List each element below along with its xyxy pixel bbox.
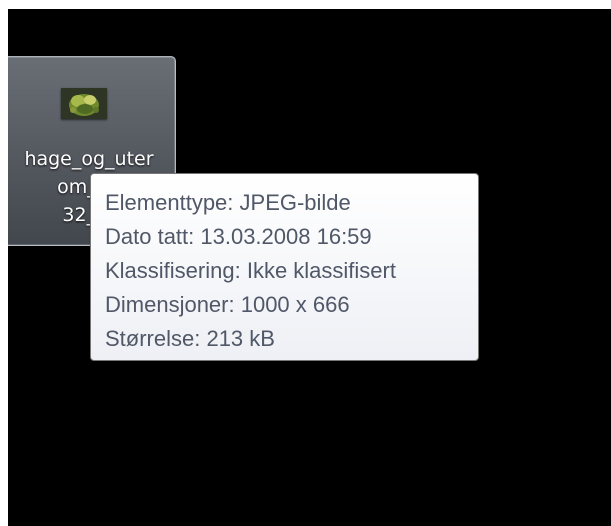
desktop-background[interactable]: hage_og_uter om_12 32_th Elementtype: JP… xyxy=(8,9,611,526)
tooltip-item-type: Elementtype: JPEG-bilde xyxy=(105,190,351,215)
tooltip-dimensions: Dimensjoner: 1000 x 666 xyxy=(105,292,350,317)
file-name-line: hage_og_uter xyxy=(24,148,154,170)
file-info-tooltip: Elementtype: JPEG-bilde Dato tatt: 13.03… xyxy=(90,173,479,361)
tooltip-date-taken: Dato tatt: 13.03.2008 16:59 xyxy=(105,224,372,249)
tooltip-rating: Klassifisering: Ikke klassifisert xyxy=(105,258,396,283)
jpeg-thumbnail-icon xyxy=(61,88,107,119)
tooltip-size: Størrelse: 213 kB xyxy=(105,326,275,351)
